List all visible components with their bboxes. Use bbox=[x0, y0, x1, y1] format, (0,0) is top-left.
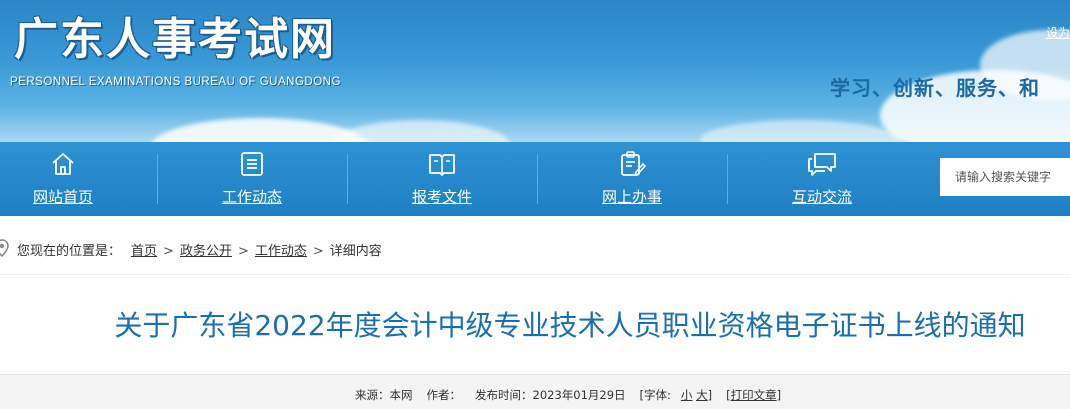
site-title: 广东人事考试网 bbox=[14, 14, 336, 65]
font-size-label: [字体: bbox=[639, 388, 671, 402]
meta-author: 作者： bbox=[426, 388, 462, 402]
print-bracket-close: ] bbox=[776, 388, 782, 402]
nav-item-interaction[interactable]: 互动交流 bbox=[727, 142, 917, 216]
article-title: 关于广东省2022年度会计中级专业技术人员职业资格电子证书上线的通知 bbox=[114, 309, 1026, 342]
nav-item-online-services[interactable]: 网上办事 bbox=[537, 142, 727, 216]
nav-item-exam-docs[interactable]: 报考文件 bbox=[347, 142, 537, 216]
font-large-link[interactable]: 大 bbox=[696, 388, 708, 402]
clipboard-edit-icon bbox=[621, 151, 646, 177]
cloud-decoration bbox=[330, 120, 510, 142]
article-meta-bar: 来源：本网 作者： 发布时间：2023年01月29日 [字体: 小 大] [打印文章] bbox=[0, 374, 1070, 409]
article-meta: 来源：本网 作者： 发布时间：2023年01月29日 [字体: 小 大] [打印文章] bbox=[355, 387, 781, 403]
breadcrumb-link-work-news[interactable]: 工作动态 bbox=[255, 244, 307, 259]
nav-label: 报考文件 bbox=[411, 188, 472, 206]
chat-icon bbox=[808, 153, 836, 176]
breadcrumb-link-gov-affairs[interactable]: 政务公开 bbox=[180, 244, 232, 259]
breadcrumb-separator: > bbox=[237, 244, 249, 259]
search-input[interactable] bbox=[940, 158, 1070, 196]
breadcrumb: 您现在的位置是： 首页 > 政务公开 > 工作动态 > 详细内容 bbox=[0, 216, 1070, 275]
breadcrumb-prefix: 您现在的位置是： bbox=[17, 244, 122, 259]
location-pin-icon bbox=[0, 239, 9, 257]
meta-source: 来源：本网 bbox=[355, 388, 413, 402]
nav-item-home[interactable]: 网站首页 bbox=[0, 142, 158, 216]
print-article-link[interactable]: 打印文章 bbox=[731, 388, 777, 402]
site-subtitle: PERSONNEL EXAMINATIONS BUREAU OF GUANGDO… bbox=[10, 76, 341, 88]
book-icon bbox=[429, 154, 455, 176]
meta-published-date: 发布时间：2023年01月29日 bbox=[475, 388, 626, 402]
cloud-decoration bbox=[700, 120, 900, 142]
main-nav: 网站首页 工作动态 报考文件 网上办事 互动交流 请输入搜索关键字 bbox=[0, 142, 1070, 216]
header-banner: 广东人事考试网 PERSONNEL EXAMINATIONS BUREAU OF… bbox=[0, 0, 1070, 142]
list-icon bbox=[241, 152, 263, 176]
nav-label: 网站首页 bbox=[32, 188, 93, 206]
breadcrumb-link-home[interactable]: 首页 bbox=[131, 244, 157, 259]
home-icon bbox=[52, 153, 74, 175]
nav-label: 互动交流 bbox=[791, 188, 852, 206]
set-homepage-link[interactable]: 设为 bbox=[1046, 24, 1070, 41]
nav-label: 工作动态 bbox=[221, 188, 282, 206]
font-small-link[interactable]: 小 bbox=[681, 388, 693, 402]
breadcrumb-trail: 您现在的位置是： 首页 > 政务公开 > 工作动态 > 详细内容 bbox=[17, 240, 382, 259]
nav-label: 网上办事 bbox=[601, 188, 662, 206]
slogan: 学习、创新、服务、和 bbox=[830, 76, 1040, 100]
breadcrumb-current: 详细内容 bbox=[329, 244, 382, 259]
nav-item-work-news[interactable]: 工作动态 bbox=[157, 142, 347, 216]
breadcrumb-separator: > bbox=[312, 244, 324, 259]
font-size-close: ] bbox=[707, 388, 713, 402]
breadcrumb-separator: > bbox=[163, 244, 174, 259]
